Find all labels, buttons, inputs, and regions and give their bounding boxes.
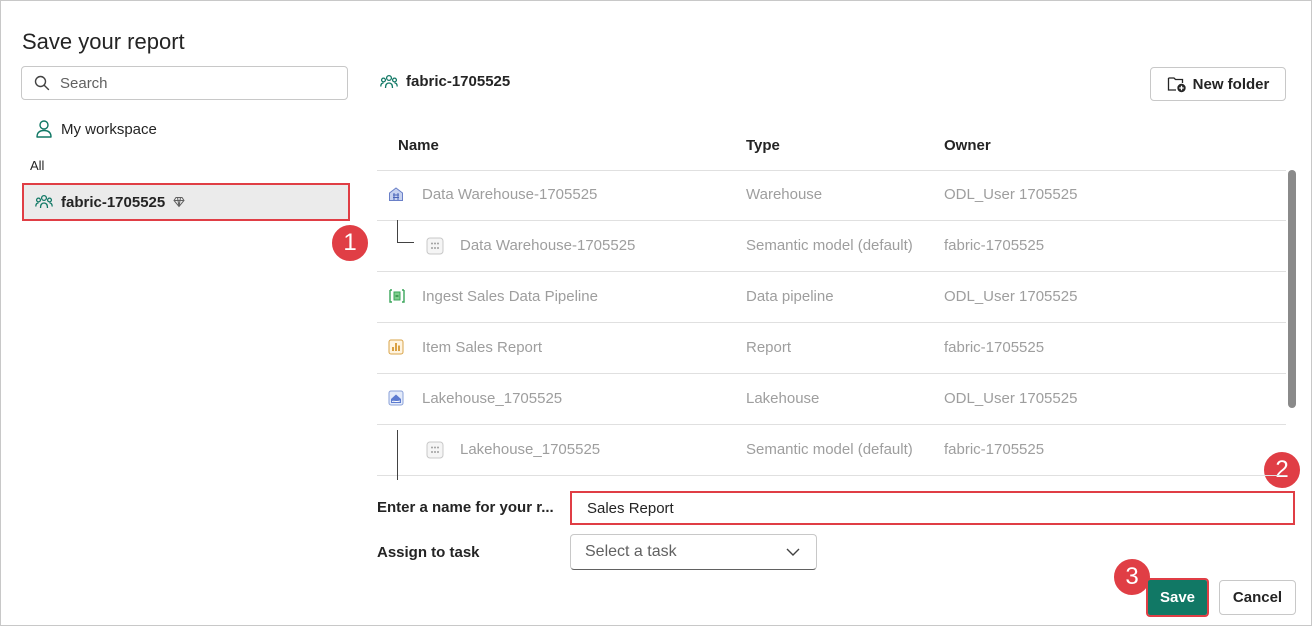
row-owner: ODL_User 1705525 bbox=[944, 390, 1078, 407]
workspace-icon bbox=[380, 74, 398, 88]
column-header-name[interactable]: Name bbox=[398, 137, 439, 154]
table-row[interactable]: Data Warehouse-1705525 Semantic model (d… bbox=[377, 221, 1286, 272]
report-name-field[interactable] bbox=[570, 491, 1295, 525]
table-scrollbar[interactable] bbox=[1287, 170, 1299, 470]
row-owner: ODL_User 1705525 bbox=[944, 186, 1078, 203]
row-type: Semantic model (default) bbox=[746, 441, 913, 458]
save-button[interactable]: Save bbox=[1146, 578, 1209, 617]
row-name: Item Sales Report bbox=[422, 339, 543, 356]
new-folder-button[interactable]: New folder bbox=[1150, 67, 1286, 101]
my-workspace-label: My workspace bbox=[61, 120, 157, 138]
table-row[interactable]: Lakehouse_1705525 Semantic model (defaul… bbox=[377, 425, 1286, 476]
row-type: Data pipeline bbox=[746, 288, 834, 305]
row-owner: fabric-1705525 bbox=[944, 441, 1045, 458]
search-input[interactable] bbox=[58, 73, 322, 93]
all-section-label: All bbox=[30, 158, 45, 173]
task-select-value: Select a task bbox=[585, 543, 677, 560]
table-row[interactable]: Item Sales Report Report fabric-1705525 bbox=[377, 323, 1286, 374]
callout-badge-3: 3 bbox=[1112, 557, 1152, 597]
report-name-input[interactable] bbox=[585, 498, 1269, 518]
chevron-down-icon bbox=[786, 548, 800, 556]
row-owner: fabric-1705525 bbox=[944, 339, 1045, 356]
new-folder-label: New folder bbox=[1192, 75, 1270, 93]
workspace-label: fabric-1705525 bbox=[61, 193, 166, 211]
row-name: Lakehouse_1705525 bbox=[460, 441, 601, 458]
table-header: Name Type Owner bbox=[377, 124, 1286, 171]
search-icon bbox=[34, 75, 50, 91]
lakehouse-icon bbox=[388, 390, 404, 410]
my-workspace-item[interactable]: My workspace bbox=[35, 119, 157, 139]
row-type: Lakehouse bbox=[746, 390, 820, 407]
breadcrumb-workspace: fabric-1705525 bbox=[406, 73, 511, 90]
row-type: Report bbox=[746, 339, 792, 356]
person-icon bbox=[36, 120, 52, 138]
tree-connector bbox=[397, 430, 398, 480]
row-type: Semantic model (default) bbox=[746, 237, 913, 254]
table-row[interactable]: Ingest Sales Data Pipeline Data pipeline… bbox=[377, 272, 1286, 323]
report-icon bbox=[388, 339, 404, 359]
semantic-model-icon bbox=[426, 441, 444, 463]
column-header-owner[interactable]: Owner bbox=[944, 137, 991, 154]
search-box[interactable] bbox=[21, 66, 348, 100]
row-owner: ODL_User 1705525 bbox=[944, 288, 1078, 305]
pipeline-icon bbox=[388, 288, 406, 308]
task-select[interactable]: Select a task bbox=[570, 534, 817, 570]
tree-connector bbox=[397, 242, 414, 243]
row-owner: fabric-1705525 bbox=[944, 237, 1045, 254]
report-name-label: Enter a name for your r... bbox=[377, 499, 554, 516]
table-row[interactable]: Data Warehouse-1705525 Warehouse ODL_Use… bbox=[377, 170, 1286, 221]
dialog-title: Save your report bbox=[22, 29, 185, 54]
item-list: Data Warehouse-1705525 Warehouse ODL_Use… bbox=[377, 170, 1286, 480]
assign-task-label: Assign to task bbox=[377, 544, 480, 561]
premium-diamond-icon bbox=[173, 197, 185, 208]
scrollbar-thumb[interactable] bbox=[1288, 170, 1296, 408]
table-row[interactable]: Lakehouse_1705525 Lakehouse ODL_User 170… bbox=[377, 374, 1286, 425]
workspace-icon bbox=[35, 194, 53, 210]
row-type: Warehouse bbox=[746, 186, 823, 203]
row-name: Lakehouse_1705525 bbox=[422, 390, 563, 407]
warehouse-icon bbox=[388, 186, 404, 206]
row-name: Data Warehouse-1705525 bbox=[460, 237, 636, 254]
row-name: Data Warehouse-1705525 bbox=[422, 186, 598, 203]
folder-add-icon bbox=[1167, 77, 1186, 93]
tree-connector bbox=[397, 220, 398, 243]
row-name: Ingest Sales Data Pipeline bbox=[422, 288, 598, 305]
cancel-button[interactable]: Cancel bbox=[1219, 580, 1296, 615]
column-header-type[interactable]: Type bbox=[746, 137, 780, 154]
breadcrumb: fabric-1705525 bbox=[380, 73, 510, 90]
sidebar-item-workspace[interactable]: fabric-1705525 bbox=[22, 183, 350, 221]
callout-badge-1: 1 bbox=[330, 223, 370, 263]
semantic-model-icon bbox=[426, 237, 444, 259]
